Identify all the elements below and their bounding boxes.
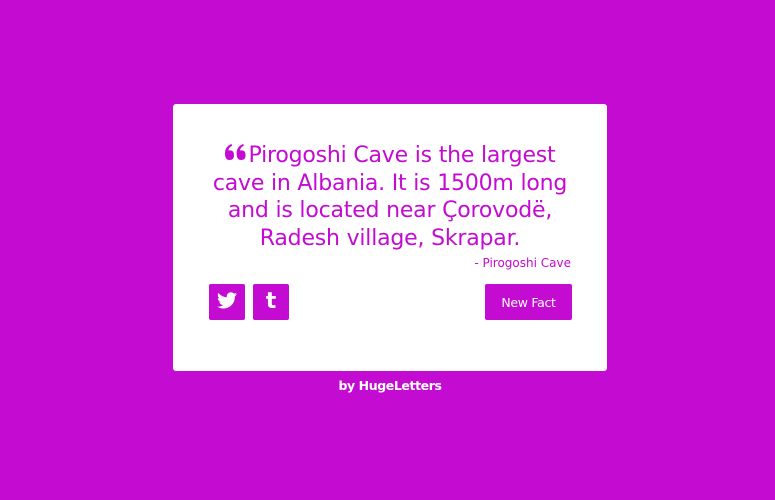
- new-fact-button[interactable]: New Fact: [485, 284, 572, 320]
- quote-text: Pirogoshi Cave is the largest cave in Al…: [212, 143, 568, 251]
- quote-left-icon: [224, 144, 246, 160]
- quote-author: - Pirogoshi Cave: [474, 256, 571, 270]
- tweet-button[interactable]: [209, 284, 245, 320]
- quote-card: Pirogoshi Cave is the largest cave in Al…: [173, 104, 607, 371]
- twitter-icon: [217, 291, 237, 313]
- tumblr-icon: t: [265, 289, 277, 314]
- quote-block: Pirogoshi Cave is the largest cave in Al…: [209, 142, 571, 252]
- tumblr-share-button[interactable]: t: [253, 284, 289, 320]
- page: Pirogoshi Cave is the largest cave in Al…: [0, 0, 775, 500]
- footer-credit: by HugeLetters: [338, 378, 442, 393]
